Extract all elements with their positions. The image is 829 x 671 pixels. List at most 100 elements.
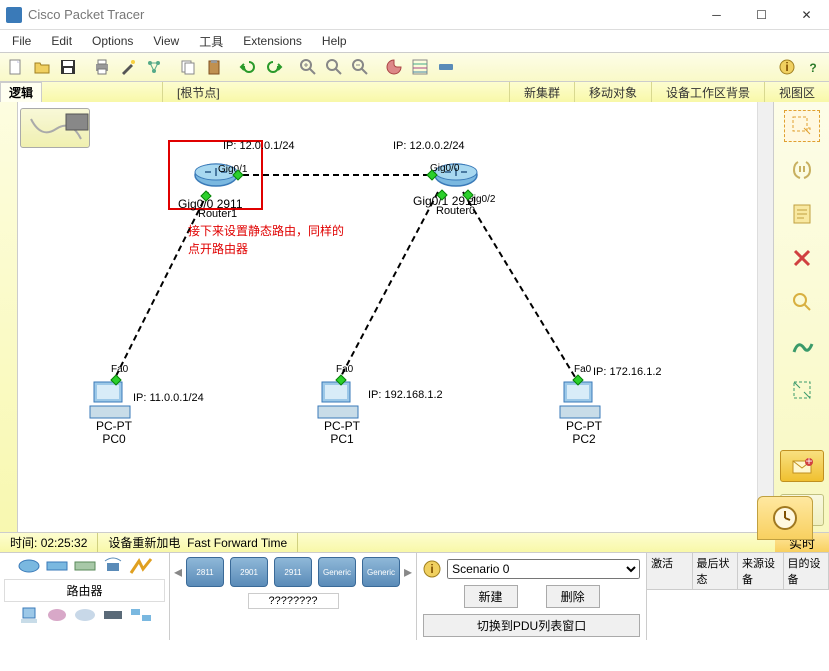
paste-button[interactable]	[202, 55, 226, 79]
sim-time: 时间: 02:25:32	[0, 533, 98, 552]
pdu-table: 激活 最后状态 来源设备 目的设备	[647, 553, 829, 640]
menu-extensions[interactable]: Extensions	[235, 32, 310, 50]
scroll-left-icon[interactable]: ◂	[174, 562, 182, 582]
device-generic1[interactable]: Generic	[318, 557, 356, 587]
cat-connections-icon[interactable]	[129, 557, 153, 575]
cat-wireless-icon[interactable]	[101, 557, 125, 575]
info-icon: i	[423, 560, 441, 578]
undo-button[interactable]	[236, 55, 260, 79]
svg-text:i: i	[430, 562, 433, 576]
new-file-button[interactable]	[4, 55, 28, 79]
menu-view[interactable]: View	[145, 32, 187, 50]
menu-options[interactable]: Options	[84, 32, 141, 50]
draw-tool[interactable]	[784, 330, 820, 362]
pc1-device[interactable]	[316, 380, 360, 420]
cat-wan-icon[interactable]	[73, 606, 97, 624]
scenario-select[interactable]: Scenario 0	[447, 559, 640, 579]
pc0-ip: IP: 11.0.0.1/24	[133, 392, 204, 404]
cat-switches-icon[interactable]	[45, 557, 69, 575]
scroll-right-icon[interactable]: ▸	[404, 562, 412, 582]
grid-button[interactable]	[408, 55, 432, 79]
pc0-label: PC-PTPC0	[96, 420, 132, 446]
menu-help[interactable]: Help	[314, 32, 355, 50]
open-file-button[interactable]	[30, 55, 54, 79]
router1-ip: IP: 12.0.0.1/24	[223, 140, 295, 152]
pdu-col-fire: 激活	[647, 553, 692, 589]
zoom-out-button[interactable]	[348, 55, 372, 79]
logical-tab[interactable]: 逻辑	[0, 82, 42, 102]
maximize-button[interactable]: ☐	[739, 0, 784, 30]
pc2-port: Fa0	[574, 364, 591, 375]
realtime-badge[interactable]	[757, 496, 813, 540]
device-list: ◂ 2811 2901 2911 Generic Generic ▸ ?????…	[170, 553, 417, 640]
device-2811[interactable]: 2811	[186, 557, 224, 587]
svg-text:?: ?	[809, 61, 816, 75]
inspect-tool[interactable]	[784, 286, 820, 318]
navigation-thumbnail[interactable]	[20, 108, 90, 148]
vertical-scrollbar[interactable]	[757, 102, 773, 532]
move-tool[interactable]	[784, 154, 820, 186]
device-tray: 路由器 ◂ 2811 2901 2911 Generic Generic ▸ ?…	[0, 552, 829, 640]
device-button[interactable]	[434, 55, 458, 79]
cat-routers-icon[interactable]	[17, 557, 41, 575]
main-toolbar: i ?	[0, 52, 829, 82]
cat-custom-icon[interactable]	[101, 606, 125, 624]
resize-tool[interactable]	[784, 374, 820, 406]
device-name-field: ????????	[248, 593, 339, 609]
router1-label: Router1	[198, 208, 237, 220]
note-tool[interactable]	[784, 198, 820, 230]
device-2901[interactable]: 2901	[230, 557, 268, 587]
help-button[interactable]: ?	[801, 55, 825, 79]
network-button[interactable]	[142, 55, 166, 79]
svg-text:i: i	[785, 60, 788, 74]
device-2911[interactable]: 2911	[274, 557, 312, 587]
cat-end-icon[interactable]	[17, 606, 41, 624]
close-button[interactable]: ✕	[784, 0, 829, 30]
menu-edit[interactable]: Edit	[43, 32, 80, 50]
cat-security-icon[interactable]	[45, 606, 69, 624]
pc2-device[interactable]	[558, 380, 602, 420]
pc1-label: PC-PTPC1	[324, 420, 360, 446]
router0-label: Router0	[436, 205, 475, 217]
new-cluster-button[interactable]: 新集群	[509, 82, 574, 102]
pc2-ip: IP: 172.16.1.2	[593, 366, 662, 378]
viewport-button[interactable]: 视图区	[764, 82, 829, 102]
copy-button[interactable]	[176, 55, 200, 79]
minimize-button[interactable]: ─	[694, 0, 739, 30]
zoom-in-button[interactable]	[296, 55, 320, 79]
pc1-port: Fa0	[336, 364, 353, 375]
palette-button[interactable]	[382, 55, 406, 79]
window-title: Cisco Packet Tracer	[28, 7, 694, 22]
svg-text:+: +	[805, 454, 812, 468]
select-tool[interactable]	[784, 110, 820, 142]
workspace-bg-button[interactable]: 设备工作区背景	[651, 82, 764, 102]
scenario-delete-button[interactable]: 删除	[546, 585, 600, 608]
root-breadcrumb[interactable]: [根节点]	[162, 82, 234, 102]
router0-ip: IP: 12.0.0.2/24	[393, 140, 465, 152]
app-icon	[6, 7, 22, 23]
cat-multi-icon[interactable]	[129, 606, 153, 624]
scenario-new-button[interactable]: 新建	[464, 585, 518, 608]
save-button[interactable]	[56, 55, 80, 79]
topology-canvas[interactable]: 接下来设置静态路由，同样的 点开路由器 IP: 12.0.0.1/24 Gig0…	[18, 102, 757, 532]
zoom-reset-button[interactable]	[322, 55, 346, 79]
move-object-button[interactable]: 移动对象	[574, 82, 651, 102]
info-button[interactable]: i	[775, 55, 799, 79]
simple-pdu-tool[interactable]: +	[780, 450, 824, 482]
cat-hubs-icon[interactable]	[73, 557, 97, 575]
tools-panel: +	[773, 102, 829, 532]
delete-tool[interactable]	[784, 242, 820, 274]
pc0-port: Fa0	[111, 364, 128, 375]
power-cycle-button[interactable]: 设备重新加电 Fast Forward Time	[98, 533, 298, 552]
pdu-col-dest: 目的设备	[784, 553, 829, 589]
redo-button[interactable]	[262, 55, 286, 79]
menu-tools[interactable]: 工具	[191, 31, 231, 52]
wizard-button[interactable]	[116, 55, 140, 79]
toggle-pdu-list-button[interactable]: 切换到PDU列表窗口	[423, 614, 640, 637]
print-button[interactable]	[90, 55, 114, 79]
device-generic2[interactable]: Generic	[362, 557, 400, 587]
menu-file[interactable]: File	[4, 32, 39, 50]
annotation-text: 接下来设置静态路由，同样的 点开路由器	[188, 222, 344, 258]
pc0-device[interactable]	[88, 380, 132, 420]
left-panel	[0, 102, 18, 532]
